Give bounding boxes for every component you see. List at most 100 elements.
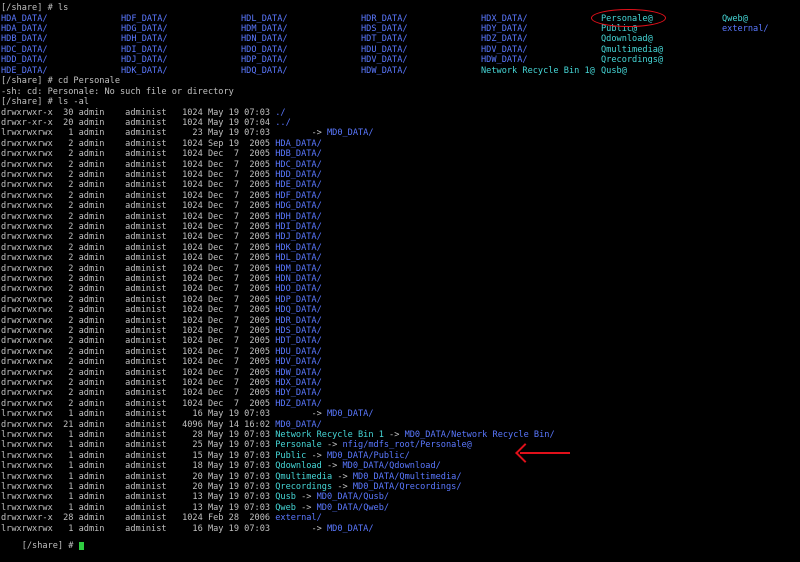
listing-name: HDX_DATA/ bbox=[275, 377, 322, 388]
listing-name-redacted bbox=[275, 128, 306, 138]
ls-entry: external/ bbox=[722, 23, 769, 34]
listing-meta: drwxrwxrwx 2 admin administ 1024 Dec 7 2… bbox=[1, 336, 276, 347]
listing-name: HDK_DATA/ bbox=[275, 242, 322, 253]
listing-row: drwxrwxrwx 2 admin administ 1024 Dec 7 2… bbox=[1, 274, 322, 284]
listing-name: Qusb bbox=[275, 492, 296, 503]
listing-name: Network Recycle Bin 1 bbox=[275, 429, 384, 440]
listing-meta: drwxrwxrwx 2 admin administ 1024 Dec 7 2… bbox=[1, 294, 276, 305]
listing-row: drwxrwxrwx 2 admin administ 1024 Dec 7 2… bbox=[1, 388, 322, 398]
listing-meta: drwxrwxrwx 2 admin administ 1024 Dec 7 2… bbox=[1, 263, 276, 274]
listing-row: drwxrwxrwx 2 admin administ 1024 Dec 7 2… bbox=[1, 336, 322, 346]
ls-entry: HDW_DATA/ bbox=[481, 55, 528, 66]
listing-name: Qmultimedia bbox=[275, 471, 333, 482]
listing-row: drwxrwxrwx 2 admin administ 1024 Dec 7 2… bbox=[1, 357, 322, 367]
ls-entry: HDC_DATA/ bbox=[1, 44, 48, 55]
listing-meta: lrwxrwxrwx 1 admin administ 20 May 19 07… bbox=[1, 471, 276, 482]
listing-row: drwxrwxrwx 2 admin administ 1024 Dec 7 2… bbox=[1, 399, 322, 409]
listing-meta: lrwxrwxrwx 1 admin administ 16 May 19 07… bbox=[1, 409, 276, 420]
listing-name: HDD_DATA/ bbox=[275, 169, 322, 180]
listing-row: drwxrwxr-x 30 admin administ 1024 May 19… bbox=[1, 108, 286, 118]
listing-name: ../ bbox=[275, 117, 291, 128]
listing-row: drwxrwxrwx 21 admin administ 4096 May 14… bbox=[1, 420, 322, 430]
listing-row: drwxrwxrwx 2 admin administ 1024 Dec 7 2… bbox=[1, 316, 322, 326]
listing-row: drwxrwxrwx 2 admin administ 1024 Dec 7 2… bbox=[1, 222, 322, 232]
listing-row: lrwxrwxrwx 1 admin administ 16 May 19 07… bbox=[1, 409, 374, 419]
listing-row: drwxrwxrwx 2 admin administ 1024 Dec 7 2… bbox=[1, 347, 322, 357]
listing-meta: drwxrwxrwx 2 admin administ 1024 Dec 7 2… bbox=[1, 325, 276, 336]
listing-row: lrwxrwxrwx 1 admin administ 13 May 19 07… bbox=[1, 492, 389, 502]
listing-row: drwxrwxrwx 2 admin administ 1024 Dec 7 2… bbox=[1, 180, 322, 190]
ls-entry: HDE_DATA/ bbox=[1, 65, 48, 76]
ls-entry: HDU_DATA/ bbox=[361, 44, 408, 55]
listing-name: HDM_DATA/ bbox=[275, 263, 322, 274]
listing-row: drwxrwxrwx 2 admin administ 1024 Dec 7 2… bbox=[1, 232, 322, 242]
ls-entry: HDK_DATA/ bbox=[121, 65, 168, 76]
symlink-arrow: -> bbox=[383, 429, 405, 440]
listing-meta: lrwxrwxrwx 1 admin administ 18 May 19 07… bbox=[1, 461, 276, 472]
symlink-arrow: -> bbox=[332, 471, 353, 482]
ls-entry: HDS_DATA/ bbox=[361, 23, 408, 34]
listing-name: HDL_DATA/ bbox=[275, 253, 322, 264]
listing-row: drwxrwxrwx 2 admin administ 1024 Dec 7 2… bbox=[1, 201, 322, 211]
symlink-arrow: -> bbox=[306, 450, 327, 461]
listing-row: drwxrwxrwx 2 admin administ 1024 Dec 7 2… bbox=[1, 243, 322, 253]
listing-name: HDU_DATA/ bbox=[275, 346, 322, 357]
ls-entry: HDH_DATA/ bbox=[121, 34, 168, 45]
ls-entry: HDY_DATA/ bbox=[481, 23, 528, 34]
listing-row: lrwxrwxrwx 1 admin administ 20 May 19 07… bbox=[1, 482, 462, 492]
listing-meta: drwxrwxrwx 2 admin administ 1024 Dec 7 2… bbox=[1, 149, 276, 160]
symlink-target: MD0_DATA/Qrecordings/ bbox=[352, 481, 462, 492]
listing-meta: drwxrwxrwx 2 admin administ 1024 Dec 7 2… bbox=[1, 377, 276, 388]
listing-name: external/ bbox=[275, 513, 322, 524]
cd-error-message: -sh: cd: Personale: No such file or dire… bbox=[1, 86, 234, 97]
ls-entry: HDV_DATA/ bbox=[481, 44, 528, 55]
listing-name: HDP_DATA/ bbox=[275, 294, 322, 305]
symlink-target: MD0_DATA/Qusb/ bbox=[316, 492, 390, 503]
listing-row: drwxrwxrwx 2 admin administ 1024 Dec 7 2… bbox=[1, 191, 322, 201]
listing-row: drwxr-xr-x 20 admin administ 1024 May 19… bbox=[1, 118, 291, 128]
symlink-arrow: -> bbox=[295, 492, 317, 503]
listing-name: HDT_DATA/ bbox=[275, 336, 322, 347]
listing-name: MD0_DATA/ bbox=[275, 419, 322, 430]
listing-meta: lrwxrwxrwx 1 admin administ 23 May 19 07… bbox=[1, 128, 276, 139]
listing-row: lrwxrwxrwx 1 admin administ 18 May 19 07… bbox=[1, 461, 441, 471]
ls-entry: HDG_DATA/ bbox=[121, 23, 168, 34]
ls-entry: HDA_DATA/ bbox=[1, 23, 48, 34]
listing-row: lrwxrwxrwx 1 admin administ 25 May 19 07… bbox=[1, 440, 472, 450]
listing-name: HDI_DATA/ bbox=[275, 221, 322, 232]
listing-name: HDS_DATA/ bbox=[275, 325, 322, 336]
listing-row: drwxrwxrwx 2 admin administ 1024 Dec 7 2… bbox=[1, 149, 322, 159]
listing-meta: drwxrwxrwx 2 admin administ 1024 Dec 7 2… bbox=[1, 180, 276, 191]
ls-entry: HDL_DATA/ bbox=[241, 13, 288, 24]
terminal-window[interactable]: [/share] # ls HDA_DATA/HDF_DATA/HDL_DATA… bbox=[0, 0, 800, 551]
listing-meta: drwxrwxrwx 2 admin administ 1024 Dec 7 2… bbox=[1, 221, 276, 232]
ls-entry: HDA_DATA/ bbox=[1, 13, 48, 24]
listing-meta: lrwxrwxrwx 1 admin administ 25 May 19 07… bbox=[1, 440, 276, 451]
ls-entry: HDX_DATA/ bbox=[481, 13, 528, 24]
listing-row: lrwxrwxrwx 1 admin administ 20 May 19 07… bbox=[1, 472, 462, 482]
symlink-arrow: -> bbox=[306, 523, 327, 534]
listing-name: Qweb bbox=[275, 502, 296, 513]
listing-meta: drwxrwxrwx 2 admin administ 1024 Dec 7 2… bbox=[1, 253, 276, 264]
ls-entry: HDF_DATA/ bbox=[121, 13, 168, 24]
listing-name: HDV_DATA/ bbox=[275, 357, 322, 368]
ls-entry: HDN_DATA/ bbox=[241, 34, 288, 45]
listing-name: HDR_DATA/ bbox=[275, 315, 322, 326]
ls-command: [/share] # ls bbox=[1, 3, 69, 13]
cd-command: [/share] # cd Personale bbox=[1, 76, 120, 86]
listing-meta: drwxrwxr-x 30 admin administ 1024 May 19… bbox=[1, 107, 276, 118]
listing-meta: drwxrwxrwx 2 admin administ 1024 Dec 7 2… bbox=[1, 242, 276, 253]
listing-row: lrwxrwxrwx 1 admin administ 28 May 19 07… bbox=[1, 430, 555, 440]
listing-meta: drwxrwxrwx 2 admin administ 1024 Dec 7 2… bbox=[1, 159, 276, 170]
ls-entry: HDR_DATA/ bbox=[361, 13, 408, 24]
listing-name: HDO_DATA/ bbox=[275, 284, 322, 295]
ls-entry: Qdownload@ bbox=[601, 34, 653, 45]
ls-grid-row: HDD_DATA/HDJ_DATA/HDP_DATA/HDV_DATA/HDW_… bbox=[0, 55, 800, 65]
listing-name: HDA_DATA/ bbox=[275, 138, 322, 149]
listing-meta: drwxrwxrwx 2 admin administ 1024 Dec 7 2… bbox=[1, 273, 276, 284]
listing-meta: lrwxrwxrwx 1 admin administ 13 May 19 07… bbox=[1, 502, 276, 513]
listing-name: HDF_DATA/ bbox=[275, 190, 322, 201]
listing-row: drwxrwxrwx 2 admin administ 1024 Dec 7 2… bbox=[1, 368, 322, 378]
ls-entry: HDW_DATA/ bbox=[361, 65, 408, 76]
ls-entry: Qweb@ bbox=[722, 13, 748, 24]
